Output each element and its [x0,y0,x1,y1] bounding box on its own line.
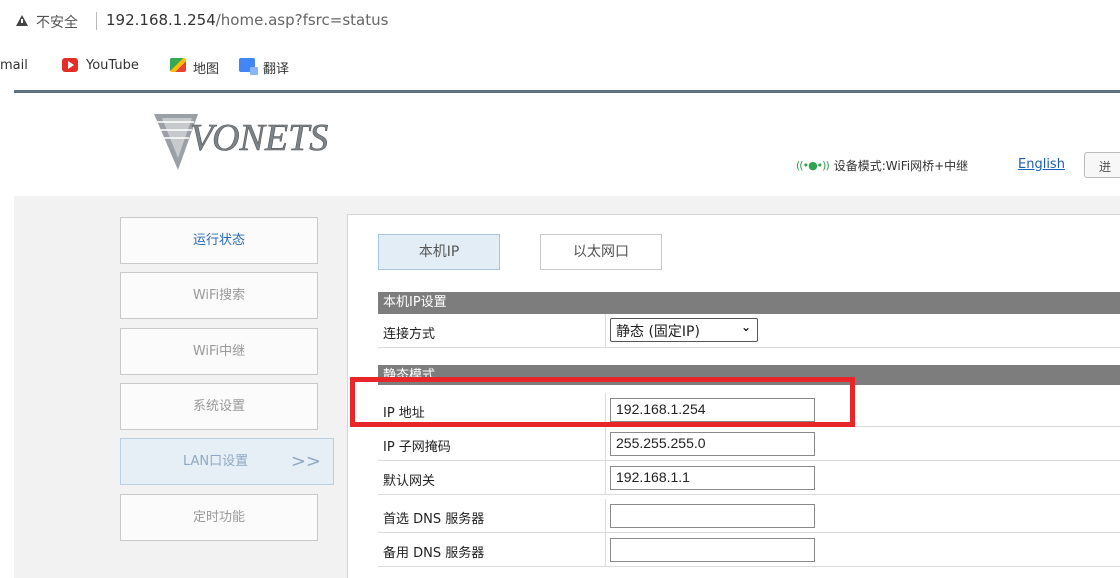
gateway-label: 默认网关 [383,474,436,489]
youtube-icon[interactable] [62,58,78,72]
address-bar[interactable]: 不安全 192.168.1.254/home.asp?fsrc=status [0,0,1120,44]
column-divider [605,427,606,460]
nav-run-status[interactable]: 运行状态 [120,217,318,264]
bookmarks-bar: mail YouTube 地图 翻译 [0,44,1120,88]
column-divider [605,314,606,347]
warning-mark [21,19,23,23]
english-link[interactable]: English [1018,157,1065,172]
header-rule [14,90,1120,93]
translate-icon[interactable] [239,58,258,75]
svg-text:VONETS: VONETS [190,117,328,159]
subnet-mask-label: IP 子网掩码 [383,440,451,455]
column-divider [605,461,606,494]
bookmark-translate[interactable]: 翻译 [263,58,289,77]
tab-local-ip[interactable]: 本机IP [378,234,500,270]
url-path: /home.asp?fsrc=status [215,11,389,29]
nav-wifi-search[interactable]: WiFi搜索 [120,272,318,319]
maps-icon[interactable] [170,58,186,72]
connection-type-value: 静态 (固定IP) [616,324,700,340]
address-separator [96,12,97,30]
primary-dns-input[interactable] [610,504,815,528]
primary-dns-label: 首选 DNS 服务器 [383,512,485,527]
section-header-ip-settings: 本机IP设置 [378,292,1120,314]
nav-system-settings[interactable]: 系统设置 [120,383,318,430]
subnet-mask-input[interactable]: 255.255.255.0 [610,432,815,456]
bookmark-youtube[interactable]: YouTube [86,58,139,73]
url-host: 192.168.1.254 [106,11,216,29]
nav-lan-label: LAN口设置 [183,454,249,469]
row-gateway: 默认网关 192.168.1.1 [378,461,1120,495]
double-arrow-icon: >> [290,451,321,472]
wifi-signal-icon: ((•●•)) [796,159,830,172]
column-divider [605,499,606,532]
vonets-logo: VONETS [154,114,329,170]
connection-type-select[interactable]: 静态 (固定IP) ⌄ [610,318,758,342]
column-divider [605,533,606,566]
url-text[interactable]: 192.168.1.254/home.asp?fsrc=status [106,11,388,29]
bookmark-maps[interactable]: 地图 [193,58,219,77]
gateway-input[interactable]: 192.168.1.1 [610,466,815,490]
secondary-dns-input[interactable] [610,538,815,562]
chevron-down-icon: ⌄ [740,320,751,334]
nav-timer[interactable]: 定时功能 [120,494,318,541]
secondary-dns-label: 备用 DNS 服务器 [383,546,485,561]
row-primary-dns: 首选 DNS 服务器 [378,499,1120,533]
highlight-box [350,377,855,427]
device-mode-text: 设备模式:WiFi网桥+中继 [833,159,969,173]
row-subnet-mask: IP 子网掩码 255.255.255.0 [378,427,1120,461]
device-mode: ((•●•)) 设备模式:WiFi网桥+中继 [796,157,968,174]
bookmark-gmail[interactable]: mail [0,58,28,73]
nav-lan-settings[interactable]: LAN口设置 >> [120,438,334,485]
row-secondary-dns: 备用 DNS 服务器 [378,533,1120,567]
insecure-label[interactable]: 不安全 [36,12,78,32]
header-button[interactable]: 迸 [1084,152,1120,178]
nav-wifi-repeater[interactable]: WiFi中继 [120,328,318,375]
connection-type-label: 连接方式 [383,327,436,342]
row-connection-type: 连接方式 静态 (固定IP) ⌄ [378,314,1120,348]
tab-ethernet[interactable]: 以太网口 [540,234,662,270]
